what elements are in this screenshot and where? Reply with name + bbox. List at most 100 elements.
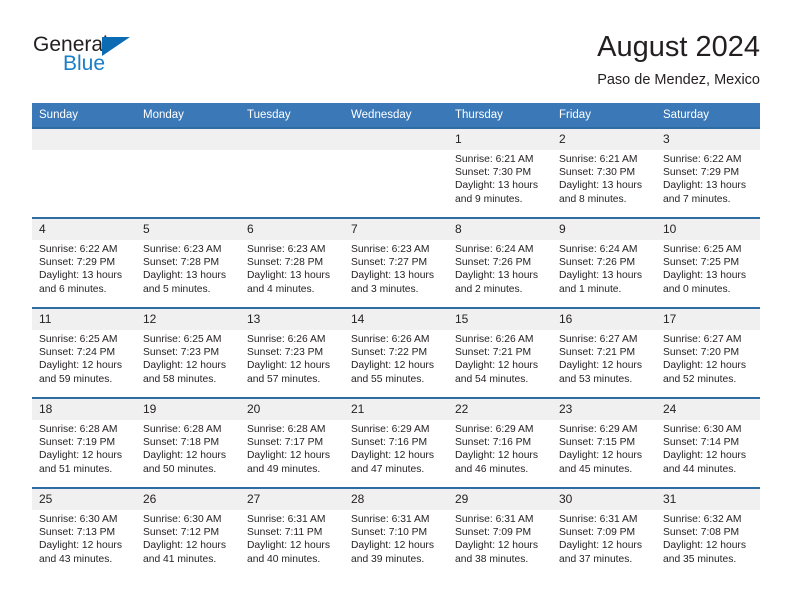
calendar-day-cell[interactable]: 22 Sunrise: 6:29 AM Sunset: 7:16 PM Dayligh… <box>448 397 552 488</box>
calendar-day-cell[interactable]: 4 Sunrise: 6:22 AM Sunset: 7:29 PM Daylight… <box>32 217 136 308</box>
day-details: Sunrise: 6:31 AM Sunset: 7:09 PM Daylight:… <box>552 510 656 566</box>
weekday-header-thursday: Thursday <box>448 103 552 128</box>
day-number: 31 <box>656 490 760 510</box>
calendar-day-cell[interactable]: 17 Sunrise: 6:27 AM Sunset: 7:20 PM Dayligh… <box>656 307 760 398</box>
sunrise-text: Sunrise: 6:31 AM <box>559 514 638 525</box>
weekday-header-saturday: Saturday <box>656 103 760 128</box>
sunrise-text: Sunrise: 6:23 AM <box>143 244 222 255</box>
sunset-text: Sunset: 7:12 PM <box>143 527 220 539</box>
calendar-day-cell[interactable]: 18 Sunrise: 6:28 AM Sunset: 7:19 PM Dayligh… <box>32 397 136 488</box>
day-details: Sunrise: 6:22 AM Sunset: 7:29 PM Daylight:… <box>656 150 760 206</box>
day-details: Sunrise: 6:22 AM Sunset: 7:29 PM Daylight:… <box>32 240 136 296</box>
calendar-day-cell[interactable]: 30 Sunrise: 6:31 AM Sunset: 7:09 PM Dayligh… <box>552 487 656 577</box>
day-number: 6 <box>240 220 344 240</box>
sunrise-text: Sunrise: 6:28 AM <box>247 424 326 435</box>
sunrise-text: Sunrise: 6:31 AM <box>351 514 430 525</box>
calendar-day-cell[interactable]: 11 Sunrise: 6:25 AM Sunset: 7:24 PM Dayligh… <box>32 307 136 398</box>
sunset-text: Sunset: 7:20 PM <box>663 347 740 359</box>
calendar-day-cell[interactable]: 26 Sunrise: 6:30 AM Sunset: 7:12 PM Dayligh… <box>136 487 240 577</box>
day-number: 11 <box>32 310 136 330</box>
sunset-text: Sunset: 7:30 PM <box>559 167 636 179</box>
sunset-text: Sunset: 7:30 PM <box>455 167 532 179</box>
calendar-day-cell[interactable]: 20 Sunrise: 6:28 AM Sunset: 7:17 PM Dayligh… <box>240 397 344 488</box>
sunset-text: Sunset: 7:28 PM <box>143 257 220 269</box>
daylight-text: Daylight: 12 hours and 59 minutes. <box>39 360 122 385</box>
day-number: 4 <box>32 220 136 240</box>
calendar-day-cell[interactable]: 21 Sunrise: 6:29 AM Sunset: 7:16 PM Dayligh… <box>344 397 448 488</box>
calendar-day-cell[interactable]: 23 Sunrise: 6:29 AM Sunset: 7:15 PM Dayligh… <box>552 397 656 488</box>
weekday-header-sunday: Sunday <box>32 103 136 128</box>
sunrise-text: Sunrise: 6:31 AM <box>455 514 534 525</box>
day-number: 8 <box>448 220 552 240</box>
calendar-day-cell[interactable]: 13 Sunrise: 6:26 AM Sunset: 7:23 PM Dayligh… <box>240 307 344 398</box>
calendar-day-cell[interactable]: 15 Sunrise: 6:26 AM Sunset: 7:21 PM Dayligh… <box>448 307 552 398</box>
calendar-day-cell[interactable]: 10 Sunrise: 6:25 AM Sunset: 7:25 PM Dayligh… <box>656 217 760 308</box>
daylight-text: Daylight: 12 hours and 54 minutes. <box>455 360 538 385</box>
calendar-week-row: 4 Sunrise: 6:22 AM Sunset: 7:29 PM Daylight… <box>32 217 760 308</box>
sunset-text: Sunset: 7:24 PM <box>39 347 116 359</box>
calendar-week-row: 18 Sunrise: 6:28 AM Sunset: 7:19 PM Dayligh… <box>32 397 760 488</box>
sunrise-text: Sunrise: 6:23 AM <box>247 244 326 255</box>
day-details: Sunrise: 6:21 AM Sunset: 7:30 PM Daylight:… <box>448 150 552 206</box>
general-blue-logo[interactable]: General Blue <box>32 34 182 90</box>
sunrise-text: Sunrise: 6:32 AM <box>663 514 742 525</box>
sunrise-text: Sunrise: 6:24 AM <box>455 244 534 255</box>
calendar-day-cell[interactable]: 1 Sunrise: 6:21 AM Sunset: 7:30 PM Daylight… <box>448 127 552 218</box>
sunrise-text: Sunrise: 6:25 AM <box>143 334 222 345</box>
sunrise-text: Sunrise: 6:27 AM <box>559 334 638 345</box>
calendar-day-cell[interactable]: 8 Sunrise: 6:24 AM Sunset: 7:26 PM Daylight… <box>448 217 552 308</box>
calendar-day-cell[interactable]: 25 Sunrise: 6:30 AM Sunset: 7:13 PM Dayligh… <box>32 487 136 577</box>
day-number: 25 <box>32 490 136 510</box>
calendar-day-cell[interactable]: 6 Sunrise: 6:23 AM Sunset: 7:28 PM Daylight… <box>240 217 344 308</box>
sunrise-text: Sunrise: 6:29 AM <box>559 424 638 435</box>
logo-text-blue: Blue <box>63 52 106 75</box>
sunrise-text: Sunrise: 6:30 AM <box>143 514 222 525</box>
daylight-text: Daylight: 13 hours and 6 minutes. <box>39 270 122 295</box>
day-details: Sunrise: 6:24 AM Sunset: 7:26 PM Daylight:… <box>448 240 552 296</box>
day-number: 16 <box>552 310 656 330</box>
calendar-day-cell[interactable]: 31 Sunrise: 6:32 AM Sunset: 7:08 PM Dayligh… <box>656 487 760 577</box>
calendar-day-cell[interactable]: 3 Sunrise: 6:22 AM Sunset: 7:29 PM Daylight… <box>656 127 760 218</box>
calendar-day-cell[interactable]: 29 Sunrise: 6:31 AM Sunset: 7:09 PM Dayligh… <box>448 487 552 577</box>
calendar-week-row: 11 Sunrise: 6:25 AM Sunset: 7:24 PM Dayligh… <box>32 307 760 398</box>
day-details: Sunrise: 6:29 AM Sunset: 7:15 PM Daylight:… <box>552 420 656 476</box>
day-number: 30 <box>552 490 656 510</box>
sunset-text: Sunset: 7:28 PM <box>247 257 324 269</box>
day-number: 24 <box>656 400 760 420</box>
calendar-day-cell[interactable]: 28 Sunrise: 6:31 AM Sunset: 7:10 PM Dayligh… <box>344 487 448 577</box>
day-number: 29 <box>448 490 552 510</box>
calendar-day-cell[interactable]: 2 Sunrise: 6:21 AM Sunset: 7:30 PM Daylight… <box>552 127 656 218</box>
day-number: 13 <box>240 310 344 330</box>
day-details: Sunrise: 6:25 AM Sunset: 7:23 PM Daylight:… <box>136 330 240 386</box>
calendar-day-cell[interactable]: 19 Sunrise: 6:28 AM Sunset: 7:18 PM Dayligh… <box>136 397 240 488</box>
calendar-day-cell[interactable]: 12 Sunrise: 6:25 AM Sunset: 7:23 PM Dayligh… <box>136 307 240 398</box>
sunrise-text: Sunrise: 6:25 AM <box>663 244 742 255</box>
sunset-text: Sunset: 7:29 PM <box>39 257 116 269</box>
sunset-text: Sunset: 7:26 PM <box>455 257 532 269</box>
sunrise-text: Sunrise: 6:27 AM <box>663 334 742 345</box>
sunset-text: Sunset: 7:14 PM <box>663 437 740 449</box>
calendar-page: General Blue August 2024 Paso de Mendez,… <box>0 0 792 612</box>
calendar-week-row: 1 Sunrise: 6:21 AM Sunset: 7:30 PM Daylight… <box>32 127 760 218</box>
daylight-text: Daylight: 13 hours and 1 minute. <box>559 270 642 295</box>
calendar-day-cell[interactable]: 7 Sunrise: 6:23 AM Sunset: 7:27 PM Daylight… <box>344 217 448 308</box>
daylight-text: Daylight: 13 hours and 7 minutes. <box>663 180 746 205</box>
weekday-header-friday: Friday <box>552 103 656 128</box>
calendar-day-cell[interactable]: 9 Sunrise: 6:24 AM Sunset: 7:26 PM Daylight… <box>552 217 656 308</box>
day-number: 10 <box>656 220 760 240</box>
day-number: 27 <box>240 490 344 510</box>
sunset-text: Sunset: 7:21 PM <box>455 347 532 359</box>
daylight-text: Daylight: 12 hours and 53 minutes. <box>559 360 642 385</box>
sunrise-text: Sunrise: 6:25 AM <box>39 334 118 345</box>
calendar-cell-empty <box>136 127 240 218</box>
daylight-text: Daylight: 12 hours and 50 minutes. <box>143 450 226 475</box>
calendar-day-cell[interactable]: 24 Sunrise: 6:30 AM Sunset: 7:14 PM Dayligh… <box>656 397 760 488</box>
calendar-day-cell[interactable]: 16 Sunrise: 6:27 AM Sunset: 7:21 PM Dayligh… <box>552 307 656 398</box>
calendar-day-cell[interactable]: 27 Sunrise: 6:31 AM Sunset: 7:11 PM Dayligh… <box>240 487 344 577</box>
day-number <box>344 130 448 150</box>
calendar-day-cell[interactable]: 14 Sunrise: 6:26 AM Sunset: 7:22 PM Dayligh… <box>344 307 448 398</box>
calendar-day-cell[interactable]: 5 Sunrise: 6:23 AM Sunset: 7:28 PM Daylight… <box>136 217 240 308</box>
day-details: Sunrise: 6:28 AM Sunset: 7:18 PM Daylight:… <box>136 420 240 476</box>
daylight-text: Daylight: 12 hours and 49 minutes. <box>247 450 330 475</box>
day-details: Sunrise: 6:26 AM Sunset: 7:21 PM Daylight:… <box>448 330 552 386</box>
